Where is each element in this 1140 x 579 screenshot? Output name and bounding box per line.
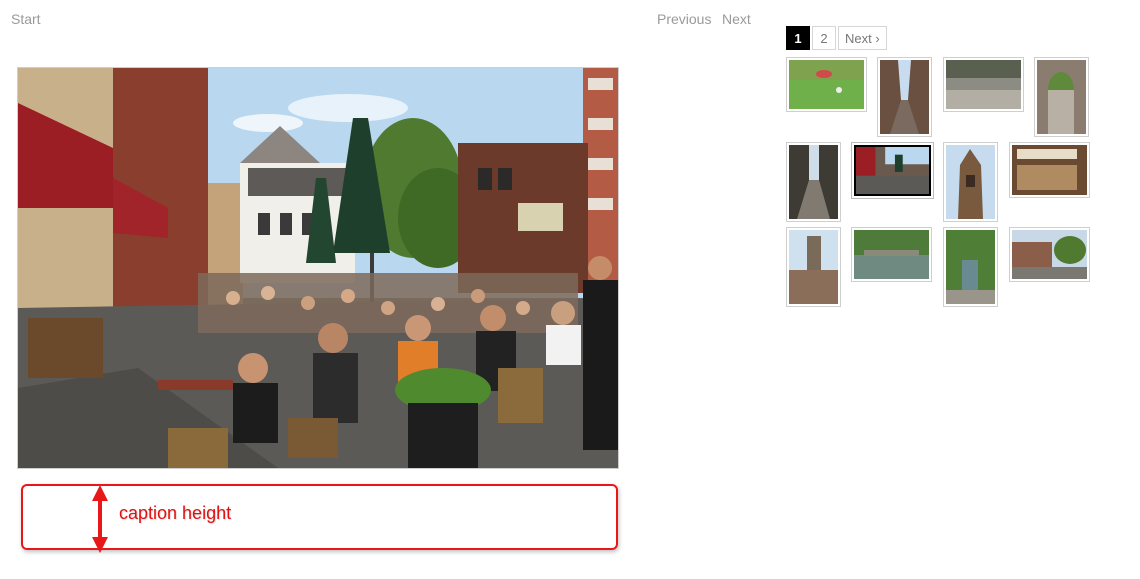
thumbnail-narrow-street[interactable] [877, 57, 932, 137]
start-link[interactable]: Start [11, 11, 41, 27]
next-link[interactable]: Next [722, 11, 751, 27]
thumbnail-park-lawn[interactable] [786, 57, 867, 112]
page-1-button[interactable]: 1 [786, 26, 810, 50]
height-arrow-icon [92, 485, 108, 553]
thumbnail-plaza[interactable] [943, 57, 1024, 112]
thumbnail-canal-street[interactable] [943, 227, 998, 307]
thumbnail-canal-houses[interactable] [1009, 227, 1090, 282]
thumbnail-archway[interactable] [1034, 57, 1089, 137]
page-2-button[interactable]: 2 [812, 26, 836, 50]
caption-height-label: caption height [119, 503, 232, 523]
main-photo[interactable] [17, 67, 619, 469]
previous-link[interactable]: Previous [657, 11, 711, 27]
thumbnail-cafe-terrace[interactable] [851, 142, 934, 199]
thumbnail-canal[interactable] [851, 227, 932, 282]
pagination: 1 2 Next › [786, 26, 887, 50]
thumbnail-alley[interactable] [786, 142, 841, 222]
thumbnail-cathedral-tower[interactable] [943, 142, 998, 222]
thumbnail-shop-front[interactable] [1009, 142, 1090, 198]
thumbnail-church-tower[interactable] [786, 227, 841, 307]
next-page-button[interactable]: Next › [838, 26, 887, 50]
